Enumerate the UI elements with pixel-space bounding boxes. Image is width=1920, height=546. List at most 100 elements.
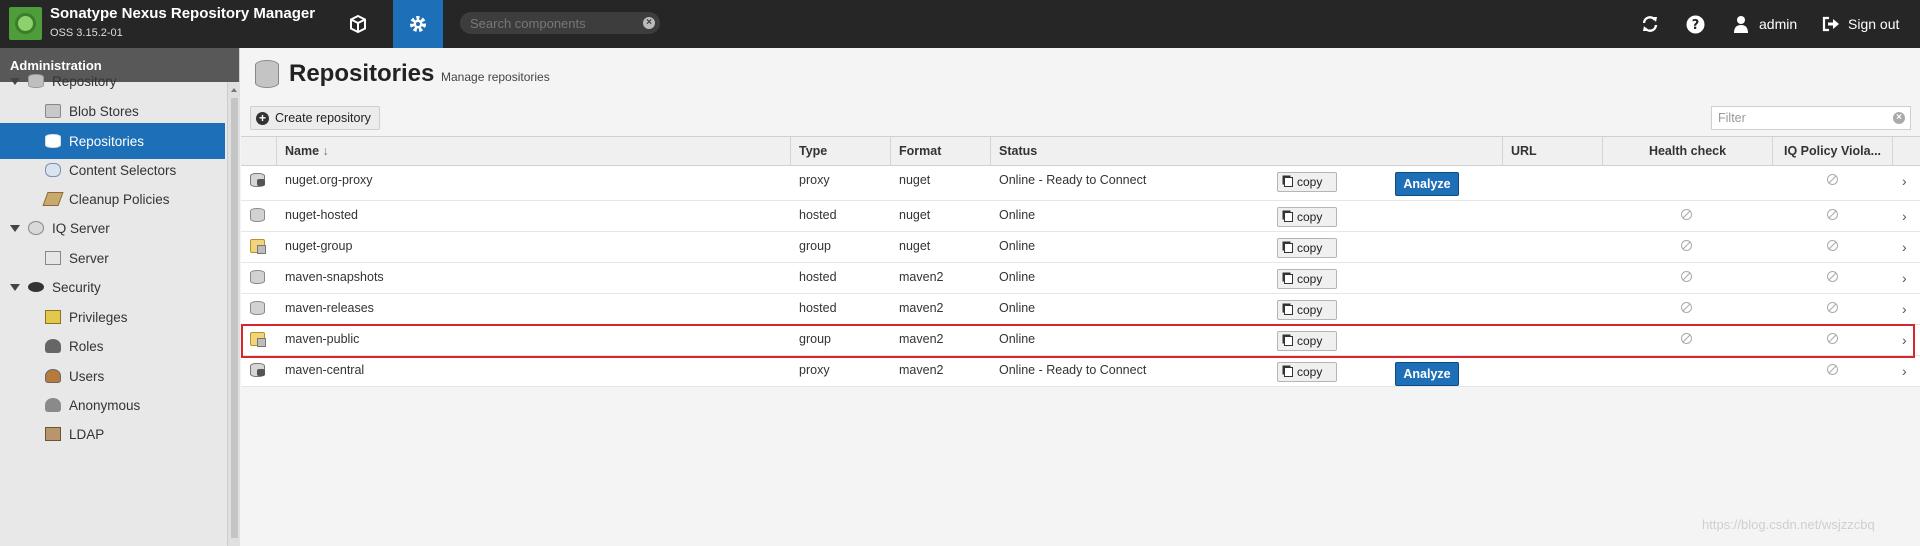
clear-icon[interactable]: × <box>1893 112 1905 124</box>
copy-label: copy <box>1297 334 1323 348</box>
repository-format: nuget <box>899 208 931 222</box>
not-available-icon <box>1681 240 1692 251</box>
table-row[interactable]: maven-public group maven2 Online copy › <box>241 325 1920 356</box>
column-header-name[interactable]: Name ↓ <box>277 137 791 165</box>
copy-url-button[interactable]: copy <box>1277 238 1337 258</box>
sidebar-item-label: LDAP <box>69 426 105 442</box>
table-row[interactable]: maven-central proxy maven2 Online - Ready t… <box>241 356 1920 387</box>
repository-format: nuget <box>899 239 931 253</box>
copy-url-button[interactable]: copy <box>1277 269 1337 289</box>
proxy-repository-icon <box>250 363 265 377</box>
refresh-icon <box>1642 16 1658 32</box>
column-header-format[interactable]: Format <box>891 137 991 165</box>
privilege-icon <box>45 310 61 324</box>
column-header-url[interactable]: URL <box>1503 137 1603 165</box>
sidebar-item-label: Anonymous <box>69 397 141 413</box>
svg-text:?: ? <box>1692 18 1700 33</box>
browse-button[interactable] <box>333 0 383 48</box>
group-repository-icon <box>250 239 266 254</box>
sidebar-item-ldap[interactable]: LDAP <box>0 416 225 452</box>
sign-out-button[interactable]: Sign out <box>1822 0 1899 48</box>
column-header-type[interactable]: Type <box>791 137 891 165</box>
top-bar: Sonatype Nexus Repository Manager OSS 3.… <box>0 0 1920 48</box>
table-row[interactable]: maven-releases hosted maven2 Online copy › <box>241 294 1920 325</box>
sign-out-icon <box>1822 16 1839 32</box>
sidebar-item-label: Content Selectors <box>69 162 177 178</box>
repository-format: nuget <box>899 173 931 187</box>
sign-out-label: Sign out <box>1848 16 1900 32</box>
table-row[interactable]: nuget-group group nuget Online copy › <box>241 232 1920 263</box>
analyze-button[interactable]: Analyze <box>1395 362 1459 386</box>
not-available-icon <box>1681 333 1692 344</box>
not-available-icon <box>1827 240 1838 251</box>
repository-type: group <box>799 239 831 253</box>
copy-url-button[interactable]: copy <box>1277 207 1337 227</box>
chevron-right-icon[interactable]: › <box>1902 239 1907 255</box>
repository-format: maven2 <box>899 332 944 346</box>
repository-name: maven-releases <box>285 301 374 315</box>
ldap-icon <box>45 427 61 441</box>
administration-button[interactable] <box>393 0 443 48</box>
repository-format: maven2 <box>899 270 944 284</box>
copy-icon <box>1284 274 1293 284</box>
repository-status: Online - Ready to Connect <box>999 173 1147 187</box>
chevron-right-icon[interactable]: › <box>1902 363 1907 379</box>
repository-status: Online - Ready to Connect <box>999 363 1147 377</box>
copy-label: copy <box>1297 210 1323 224</box>
scroll-up-icon[interactable] <box>231 88 237 92</box>
help-button[interactable]: ? <box>1686 0 1708 48</box>
copy-label: copy <box>1297 365 1323 379</box>
create-repository-button[interactable]: + Create repository <box>250 106 380 130</box>
database-icon <box>255 60 279 88</box>
search-input[interactable] <box>470 15 630 31</box>
analyze-button[interactable]: Analyze <box>1395 172 1459 196</box>
copy-url-button[interactable]: copy <box>1277 331 1337 351</box>
expand-caret-icon[interactable] <box>10 77 20 85</box>
repository-status: Online <box>999 239 1036 253</box>
create-repository-label: Create repository <box>275 111 371 125</box>
copy-icon <box>1284 367 1293 377</box>
clear-icon[interactable]: × <box>643 17 655 29</box>
search-box[interactable]: × <box>460 12 660 34</box>
database-icon <box>45 134 61 148</box>
chevron-right-icon[interactable]: › <box>1902 270 1907 286</box>
table-header: Name ↓ Type Format Status URL Health che… <box>241 136 1920 166</box>
chevron-right-icon[interactable]: › <box>1902 173 1907 189</box>
column-header-health-check[interactable]: Health check <box>1603 137 1773 165</box>
column-header-status[interactable]: Status <box>991 137 1503 165</box>
chevron-right-icon[interactable]: › <box>1902 208 1907 224</box>
copy-label: copy <box>1297 241 1323 255</box>
page-title: Repositories <box>289 60 435 87</box>
sidebar-item-label: Cleanup Policies <box>69 191 170 207</box>
broom-icon <box>42 192 64 206</box>
column-header-iq-policy[interactable]: IQ Policy Viola... <box>1773 137 1893 165</box>
filter-input[interactable] <box>1718 111 1888 125</box>
copy-url-button[interactable]: copy <box>1277 172 1337 192</box>
group-repository-icon <box>250 332 266 347</box>
repository-type: proxy <box>799 173 830 187</box>
expand-caret-icon[interactable] <box>10 224 20 232</box>
repository-name: nuget-group <box>285 239 353 253</box>
table-row[interactable]: maven-snapshots hosted maven2 Online copy › <box>241 263 1920 294</box>
main-panel: Repositories Manage repositories + Creat… <box>241 48 1920 546</box>
refresh-button[interactable] <box>1640 0 1664 48</box>
user-button[interactable]: admin <box>1733 0 1797 48</box>
filter-box[interactable]: × <box>1711 106 1911 130</box>
copy-label: copy <box>1297 303 1323 317</box>
table-row[interactable]: nuget.org-proxy proxy nuget Online - Ready … <box>241 166 1920 201</box>
chevron-right-icon[interactable]: › <box>1902 332 1907 348</box>
sidebar-item-label: Security <box>52 279 101 295</box>
server-icon <box>45 251 61 265</box>
sidebar-scrollbar[interactable] <box>227 82 240 546</box>
copy-url-button[interactable]: copy <box>1277 362 1337 382</box>
repository-type: proxy <box>799 363 830 377</box>
copy-url-button[interactable]: copy <box>1277 300 1337 320</box>
expand-caret-icon[interactable] <box>10 283 20 291</box>
table-row[interactable]: nuget-hosted hosted nuget Online copy › <box>241 201 1920 232</box>
chevron-right-icon[interactable]: › <box>1902 301 1907 317</box>
not-available-icon <box>1827 271 1838 282</box>
column-header-name-label: Name <box>285 144 320 158</box>
not-available-icon <box>1827 174 1838 185</box>
app-version: OSS 3.15.2-01 <box>50 27 123 39</box>
nexus-logo-icon <box>9 7 42 40</box>
